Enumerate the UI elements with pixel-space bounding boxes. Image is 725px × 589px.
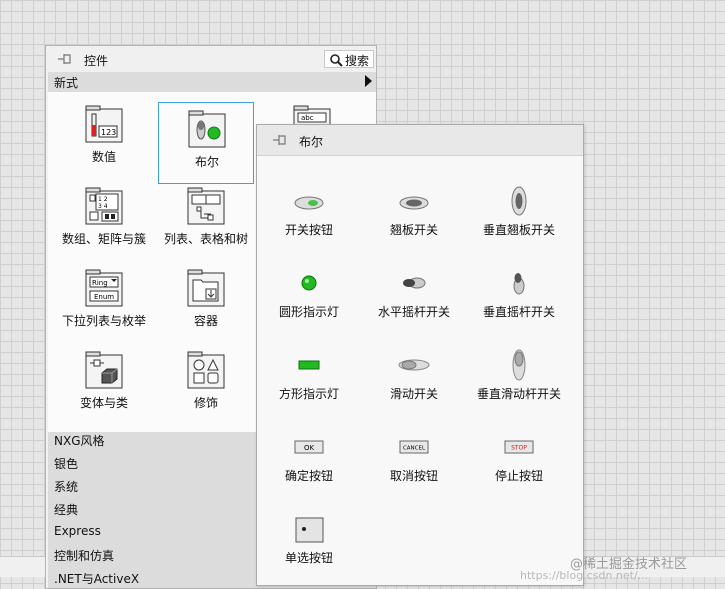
- bool-item-label: 垂直滑动杆开关: [476, 387, 561, 401]
- palette-title: 控件: [84, 54, 109, 68]
- stop-button-icon: STOP: [504, 440, 534, 454]
- vertical-slide-icon: [512, 349, 526, 381]
- search-button[interactable]: 搜索: [324, 50, 374, 68]
- radio-buttons-icon: [295, 517, 324, 543]
- ok-button-icon: OK: [294, 440, 324, 454]
- bool-item-label: 确定按钮: [284, 469, 333, 483]
- folder-express[interactable]: Express: [54, 524, 101, 538]
- array-matrix-cluster-icon: 1 2 3 4: [85, 187, 123, 225]
- palette-item-variant-class[interactable]: 变体与类: [56, 344, 152, 426]
- list-table-tree-icon: [187, 187, 225, 225]
- bool-item-label: 开关按钮: [284, 223, 333, 237]
- palette-item-ring-enum[interactable]: Ring Enum 下拉列表与枚举: [56, 262, 152, 344]
- search-button-label: 搜索: [345, 54, 370, 68]
- bool-item-label: 圆形指示灯: [278, 305, 339, 319]
- bool-item-rocker-switch[interactable]: 翘板开关: [362, 173, 466, 245]
- cancel-button-text: CANCEL: [403, 446, 426, 452]
- folder-system[interactable]: 系统: [54, 478, 78, 495]
- bool-item-push-button[interactable]: 开关按钮: [257, 173, 361, 245]
- category-modern[interactable]: 新式: [48, 72, 376, 92]
- bool-item-round-led[interactable]: 圆形指示灯: [257, 255, 361, 327]
- palette-item-label: 布尔: [194, 155, 219, 169]
- slide-switch-icon: [398, 359, 430, 371]
- palette-item-array-matrix-cluster[interactable]: 1 2 3 4 数组、矩阵与簇: [56, 180, 152, 262]
- folder-nxg-style[interactable]: NXG风格: [54, 432, 105, 449]
- bool-item-label: 滑动开关: [389, 387, 438, 401]
- containers-icon: [187, 269, 225, 307]
- bool-item-vertical-rocker[interactable]: 垂直翘板开关: [467, 173, 571, 245]
- svg-text:Ring: Ring: [92, 279, 108, 287]
- ring-enum-icon: Ring Enum: [85, 269, 123, 307]
- bool-item-label: 翘板开关: [389, 223, 438, 237]
- palette-item-list-table-tree[interactable]: 列表、表格和树: [158, 180, 254, 262]
- bool-item-label: 水平摇杆开关: [377, 305, 450, 319]
- bool-item-horizontal-toggle[interactable]: 水平摇杆开关: [362, 255, 466, 327]
- svg-text:abc: abc: [301, 114, 314, 122]
- decorations-icon: [187, 351, 225, 389]
- bool-item-label: 垂直摇杆开关: [482, 305, 555, 319]
- bool-item-square-led[interactable]: 方形指示灯: [257, 337, 361, 409]
- boolean-icon: [188, 110, 226, 148]
- cancel-button-icon: CANCEL: [399, 440, 429, 454]
- ok-button-text: OK: [304, 444, 315, 452]
- stop-button-text: STOP: [511, 445, 527, 452]
- subpalette-title: 布尔: [299, 135, 324, 149]
- horizontal-toggle-icon: [403, 277, 426, 289]
- palette-item-numeric[interactable]: 123 数值: [56, 98, 152, 180]
- svg-text:Enum: Enum: [94, 293, 114, 301]
- palette-title-bar[interactable]: 控件 搜索: [46, 46, 376, 72]
- bool-item-stop-button[interactable]: STOP 停止按钮: [467, 419, 571, 491]
- svg-text:123: 123: [101, 128, 116, 137]
- bool-item-ok-button[interactable]: OK 确定按钮: [257, 419, 361, 491]
- bool-item-label: 方形指示灯: [278, 387, 339, 401]
- bool-item-radio-buttons[interactable]: 单选按钮: [257, 501, 361, 573]
- palette-item-decorations[interactable]: 修饰: [158, 344, 254, 426]
- svg-text:3 4: 3 4: [98, 203, 108, 210]
- round-led-icon: [301, 275, 317, 291]
- variant-class-icon: [85, 351, 123, 389]
- bool-item-slide-switch[interactable]: 滑动开关: [362, 337, 466, 409]
- bool-item-label: 单选按钮: [284, 551, 333, 565]
- search-icon: [330, 54, 343, 67]
- palette-item-boolean[interactable]: 布尔: [158, 102, 254, 184]
- folder-silver[interactable]: 银色: [54, 455, 78, 472]
- bool-item-label: 垂直翘板开关: [482, 223, 555, 237]
- rocker-switch-icon: [399, 196, 429, 210]
- bool-item-label: 停止按钮: [494, 469, 543, 483]
- expand-arrow-icon[interactable]: [365, 75, 372, 87]
- svg-text:1 2: 1 2: [98, 196, 108, 203]
- push-button-icon: [294, 196, 324, 210]
- bool-item-vertical-toggle[interactable]: 垂直摇杆开关: [467, 255, 571, 327]
- pin-icon[interactable]: [56, 52, 74, 66]
- boolean-subpalette: 布尔 开关按钮 翘板开关 垂直翘板开关 圆形指示灯 水平摇杆开关 垂直摇杆开关 …: [256, 124, 584, 586]
- category-label: 新式: [54, 76, 79, 90]
- folder-classic[interactable]: 经典: [54, 501, 78, 518]
- vertical-toggle-icon: [513, 273, 525, 295]
- bool-item-vertical-slide[interactable]: 垂直滑动杆开关: [467, 337, 571, 409]
- palette-item-containers[interactable]: 容器: [158, 262, 254, 344]
- subpalette-title-bar[interactable]: 布尔: [257, 125, 583, 156]
- folder-control-simulation[interactable]: 控制和仿真: [54, 547, 114, 564]
- folder-dotnet-activex[interactable]: .NET与ActiveX: [54, 570, 139, 587]
- vertical-rocker-icon: [511, 186, 527, 216]
- bool-item-cancel-button[interactable]: CANCEL 取消按钮: [362, 419, 466, 491]
- square-led-icon: [298, 360, 320, 370]
- pin-icon[interactable]: [271, 133, 289, 147]
- numeric-icon: 123: [85, 105, 123, 143]
- bool-item-label: 取消按钮: [389, 469, 438, 483]
- watermark: @稀土掘金技术社区: [570, 557, 688, 572]
